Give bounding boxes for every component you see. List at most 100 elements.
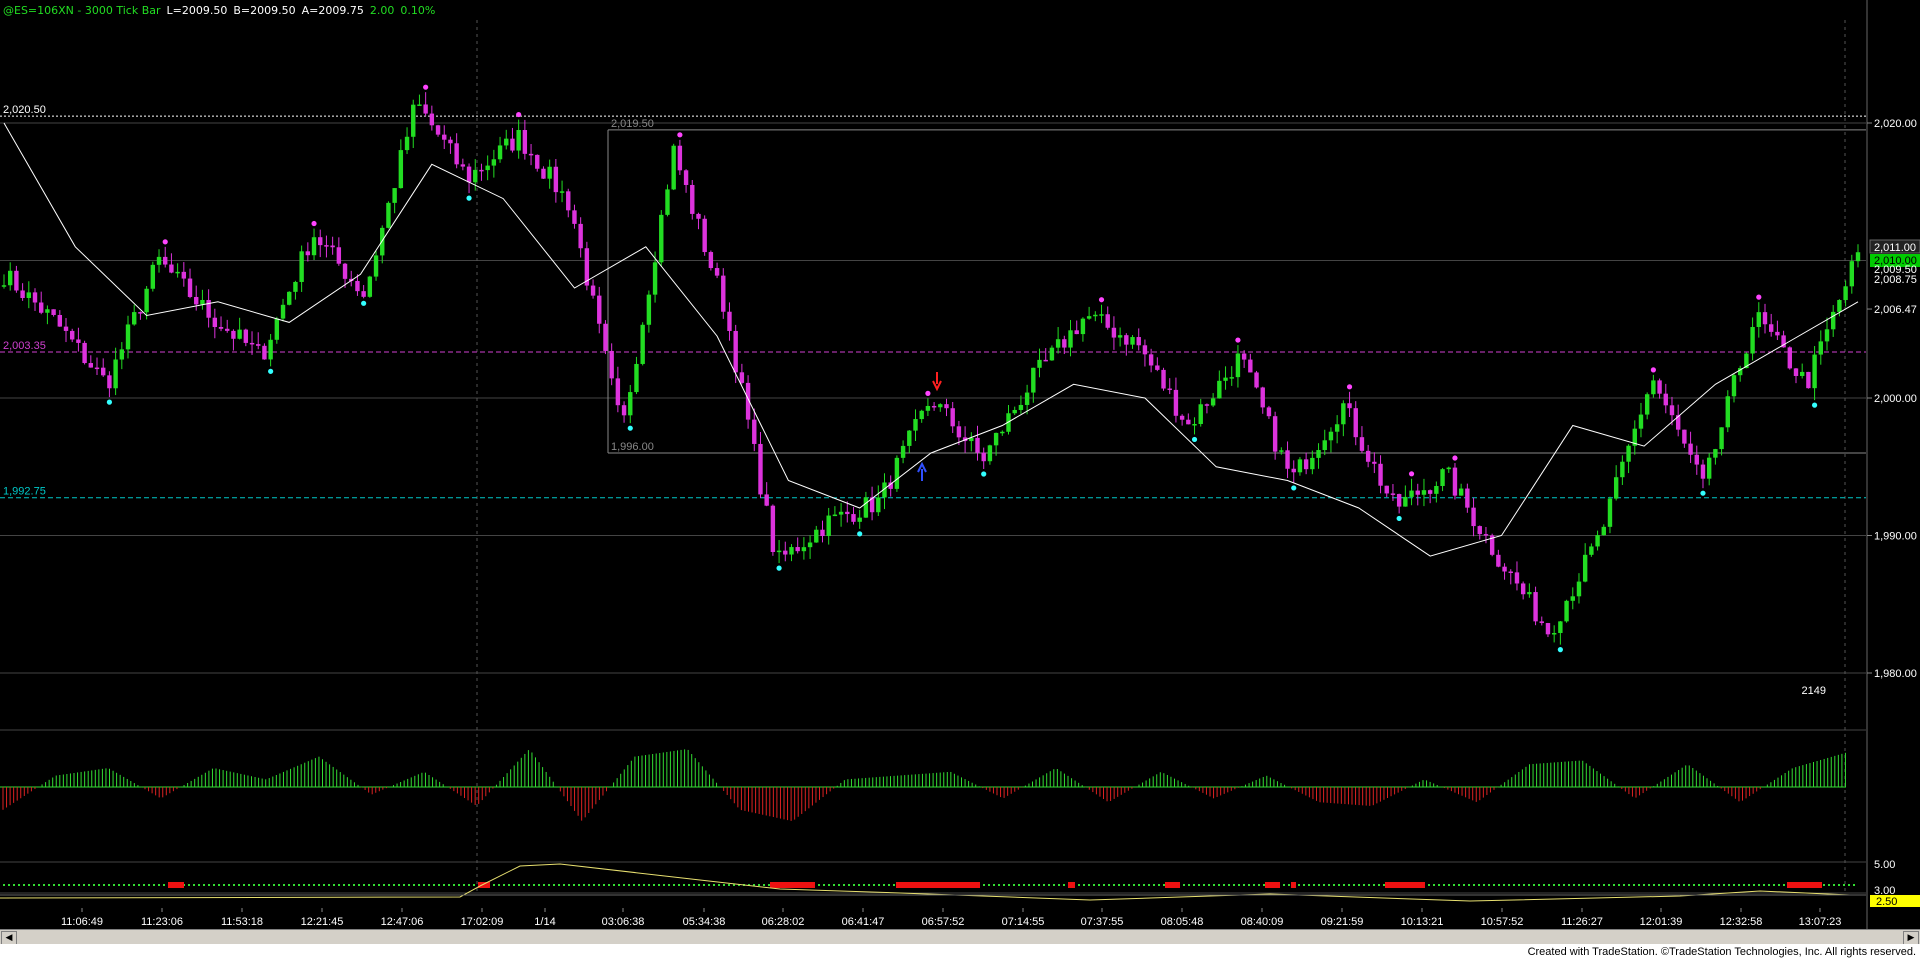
signal-dot [1553, 884, 1555, 886]
signal-dot [23, 884, 25, 886]
signal-dot [1003, 884, 1005, 886]
scroll-left-icon[interactable]: ◀ [1, 931, 17, 945]
signal-dot [328, 884, 330, 886]
signal-dot [603, 884, 605, 886]
signal-dot [43, 884, 45, 886]
candle-body [820, 529, 825, 537]
candle-body [1049, 347, 1055, 361]
candle-body [1855, 252, 1861, 262]
candle-body [1173, 389, 1179, 416]
candle-body [590, 285, 596, 296]
time-label: 06:57:52 [922, 916, 965, 928]
candle-body [1446, 467, 1451, 470]
signal-dot [718, 884, 720, 886]
candle-body [144, 288, 149, 313]
signal-dot [1263, 884, 1265, 886]
time-label: 12:47:06 [381, 916, 424, 928]
candle-body [1496, 554, 1501, 567]
signal-dot [1013, 884, 1015, 886]
candle-body [535, 154, 540, 169]
signal-dot [108, 884, 110, 886]
signal-dot [1223, 884, 1225, 886]
signal-dot [1718, 884, 1720, 886]
candle-body [1564, 600, 1569, 622]
signal-dot [388, 884, 390, 886]
signal-dot [288, 884, 290, 886]
time-label: 06:41:47 [842, 916, 885, 928]
signal-dot [1468, 884, 1470, 886]
candle-body [1334, 424, 1340, 432]
candle-body [783, 550, 788, 555]
candle-body [94, 367, 100, 370]
candle-body [1551, 633, 1557, 635]
signal-dot [1623, 884, 1625, 886]
signal-dot [1193, 884, 1195, 886]
signal-dot [213, 884, 215, 886]
candle-body [1576, 581, 1582, 597]
candle-body [1607, 498, 1613, 527]
candle-body [429, 113, 435, 126]
candle-body [1155, 365, 1160, 370]
signal-dot [293, 884, 295, 886]
candle-body [516, 130, 521, 151]
signal-dot [1643, 884, 1645, 886]
candle-body [1378, 463, 1383, 486]
signal-dot [768, 884, 770, 886]
candle-body [838, 511, 844, 515]
candle-body [1440, 469, 1445, 487]
signal-block [1165, 882, 1180, 888]
signal-dot [373, 884, 375, 886]
candle-body [311, 237, 317, 256]
candle-body [541, 168, 546, 179]
signal-dot [828, 884, 830, 886]
signal-dot [338, 884, 340, 886]
candle-body [634, 363, 639, 393]
signal-dot [1138, 884, 1140, 886]
signal-dot [1498, 884, 1500, 886]
candle-body [944, 404, 949, 409]
signal-dot [1373, 884, 1375, 886]
signal-dot [993, 884, 995, 886]
signal-dot [563, 884, 565, 886]
signal-dot [668, 884, 670, 886]
scroll-right-icon[interactable]: ▶ [1903, 931, 1919, 945]
horizontal-scrollbar[interactable]: ◀ ▶ [0, 929, 1920, 945]
candle-body [851, 514, 856, 522]
candle-body [138, 312, 143, 314]
signal-dot [1668, 884, 1670, 886]
swing-high-dot [677, 132, 683, 138]
signal-dot [393, 884, 395, 886]
signal-dot [1383, 884, 1385, 886]
signal-dot [1093, 884, 1095, 886]
candle-body [448, 139, 453, 144]
signal-dot [398, 884, 400, 886]
swing-low-dot [1811, 402, 1818, 408]
candle-body [1700, 464, 1706, 479]
candle-body [1031, 367, 1036, 393]
signal-dot [1183, 884, 1185, 886]
candle-body [361, 291, 366, 297]
candle-body [454, 143, 459, 165]
signal-dot [1318, 884, 1320, 886]
signal-dot [463, 884, 465, 886]
signal-dot [1308, 884, 1310, 886]
signal-dot [128, 884, 130, 886]
swing-low-dot [361, 300, 367, 306]
candle-body [907, 430, 912, 446]
signal-dot [983, 884, 985, 886]
candle-body [324, 245, 329, 247]
candle-body [1762, 312, 1768, 325]
candle-body [671, 145, 676, 190]
candle-body [1682, 429, 1687, 444]
signal-block [1068, 882, 1075, 888]
signal-dot [1348, 884, 1350, 886]
signal-dot [1728, 884, 1730, 886]
signal-dot [53, 884, 55, 886]
signal-dot [1698, 884, 1700, 886]
candle-body [466, 166, 472, 183]
signal-dot [1153, 884, 1155, 886]
candle-body [330, 245, 335, 248]
candle-body [287, 291, 292, 305]
signal-dot [258, 884, 260, 886]
swing-high-dot [162, 239, 168, 245]
